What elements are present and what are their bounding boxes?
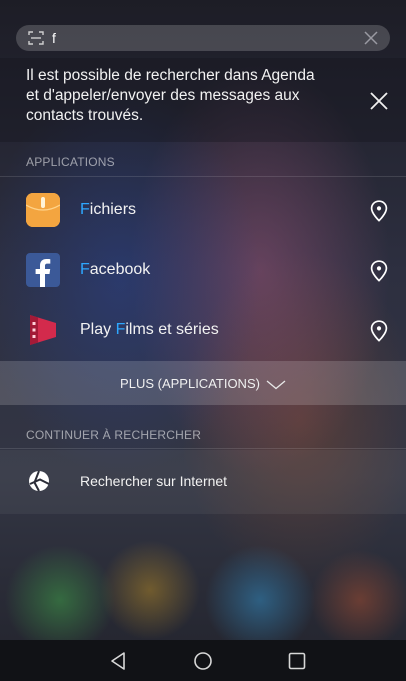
- app-label: Play Films et séries: [80, 321, 219, 339]
- hint-line: et d'appeler/envoyer des messages aux: [26, 87, 300, 104]
- chevron-down-icon: [266, 378, 286, 390]
- match-highlight: F: [80, 201, 90, 218]
- clear-search-icon[interactable]: [362, 29, 380, 47]
- continue-search-header: CONTINUER À RECHERCHER: [26, 428, 202, 442]
- home-icon[interactable]: [191, 650, 215, 672]
- more-applications-label: PLUS (APPLICATIONS): [120, 375, 260, 391]
- app-label-rest: ilms et séries: [125, 321, 219, 338]
- recent-apps-icon[interactable]: [285, 650, 309, 672]
- search-input[interactable]: f: [52, 30, 56, 46]
- app-label-rest: ichiers: [89, 201, 137, 218]
- more-applications-button[interactable]: PLUS (APPLICATIONS): [0, 361, 406, 405]
- applications-header: APPLICATIONS: [26, 155, 115, 169]
- files-app-icon: [25, 193, 61, 227]
- app-label: Facebook: [80, 261, 150, 279]
- facebook-app-icon: [26, 253, 60, 287]
- app-label-prefix: Play: [80, 321, 116, 338]
- match-highlight: F: [80, 261, 90, 278]
- search-bar[interactable]: f: [16, 25, 390, 51]
- hint-line: contacts trouvés.: [26, 107, 144, 124]
- divider: [0, 176, 406, 177]
- back-icon[interactable]: [106, 650, 130, 672]
- divider: [0, 448, 406, 449]
- app-result-fichiers[interactable]: Fichiers: [0, 182, 406, 242]
- match-highlight: F: [115, 321, 126, 338]
- navigation-bar: [0, 640, 406, 681]
- close-hint-icon[interactable]: [368, 90, 390, 112]
- hint-line: Il est possible de rechercher dans Agend…: [26, 67, 315, 84]
- play-movies-app-icon: [26, 313, 60, 347]
- app-result-facebook[interactable]: Facebook: [0, 242, 406, 302]
- web-search-icon: [28, 470, 50, 492]
- app-label: Fichiers: [80, 201, 136, 219]
- location-pin-icon[interactable]: [370, 260, 388, 282]
- scan-icon[interactable]: [28, 31, 44, 45]
- search-web-row[interactable]: Rechercher sur Internet: [0, 450, 406, 514]
- app-result-play-films[interactable]: Play Films et séries: [0, 302, 406, 362]
- app-label-rest: acebook: [89, 261, 151, 278]
- location-pin-icon[interactable]: [370, 200, 388, 222]
- location-pin-icon[interactable]: [370, 320, 388, 342]
- search-hint-banner: Il est possible de rechercher dans Agend…: [0, 58, 406, 142]
- hint-text: Il est possible de rechercher dans Agend…: [26, 66, 346, 126]
- search-web-label: Rechercher sur Internet: [80, 473, 228, 489]
